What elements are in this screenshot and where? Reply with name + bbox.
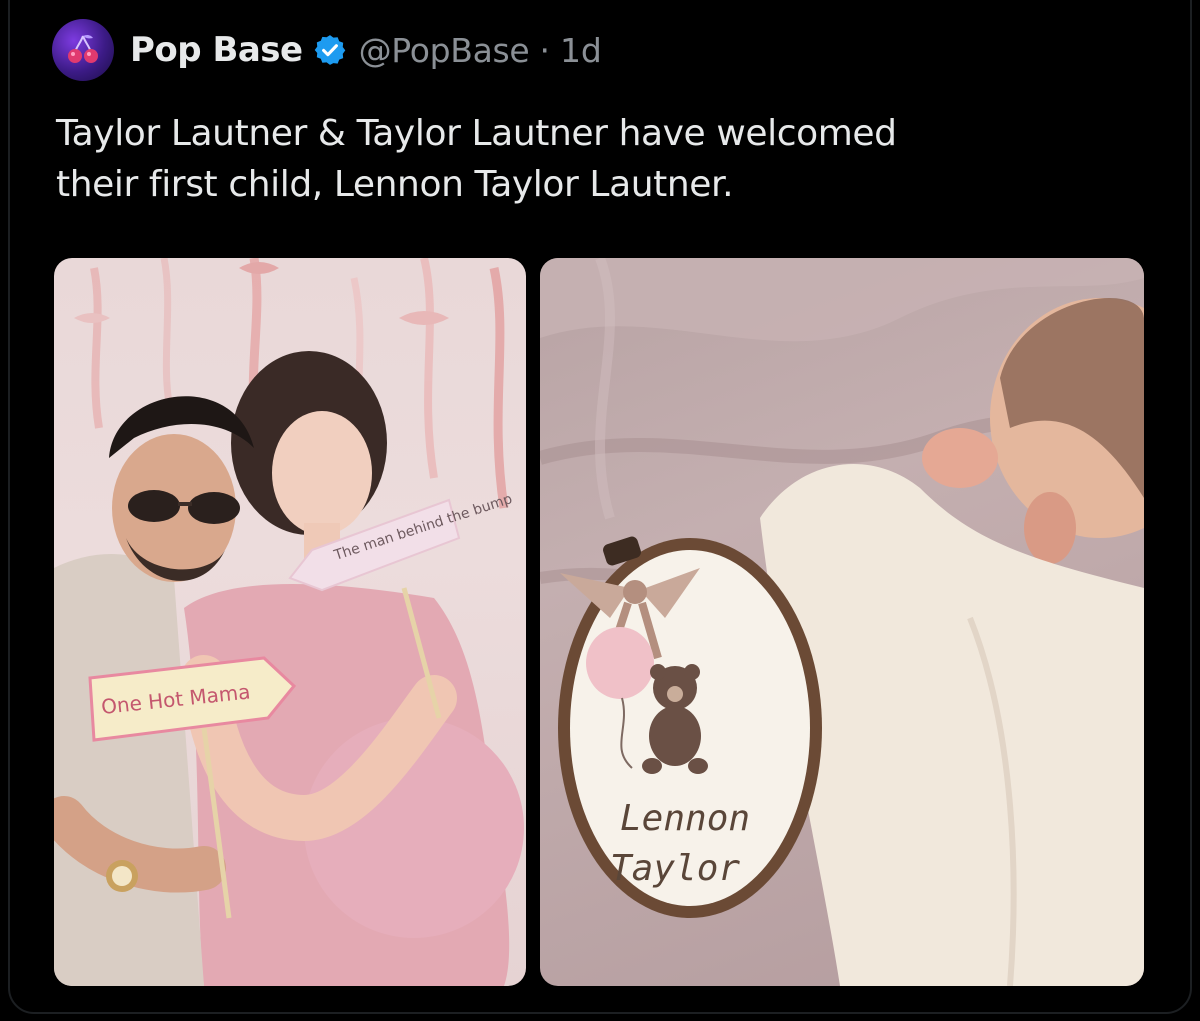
verified-badge-icon <box>313 33 347 67</box>
balloon-icon <box>586 627 654 699</box>
photo-baby[interactable]: Lennon Taylor <box>540 258 1144 986</box>
tweet-text: Taylor Lautner & Taylor Lautner have wel… <box>56 113 897 205</box>
cherry-logo-icon <box>68 34 98 63</box>
baby-hand <box>922 428 998 488</box>
embroidery-hoop: Lennon Taylor <box>558 536 822 918</box>
man-shirt <box>54 554 204 986</box>
woman-face <box>272 411 372 535</box>
hoop-name-line2: Taylor <box>610 848 740 889</box>
svg-text:Lennon: Lennon <box>620 798 750 839</box>
author-handle[interactable]: @PopBase <box>359 31 530 70</box>
media-grid: The man behind the bump One Hot Mama Len… <box>54 258 1144 986</box>
svg-text:Taylor: Taylor <box>610 848 740 889</box>
tweet-header: Pop Base @PopBase · 1d <box>52 18 602 82</box>
post-timestamp[interactable]: 1d <box>560 31 602 70</box>
separator-dot: · <box>539 30 550 70</box>
avatar[interactable] <box>52 19 114 81</box>
hoop-name-line1: Lennon <box>620 798 750 839</box>
author-display-name[interactable]: Pop Base <box>130 30 303 70</box>
tweet-card[interactable]: Pop Base @PopBase · 1d Taylor Lautner & … <box>0 0 1200 1021</box>
photo-couple[interactable]: The man behind the bump One Hot Mama <box>54 258 526 986</box>
